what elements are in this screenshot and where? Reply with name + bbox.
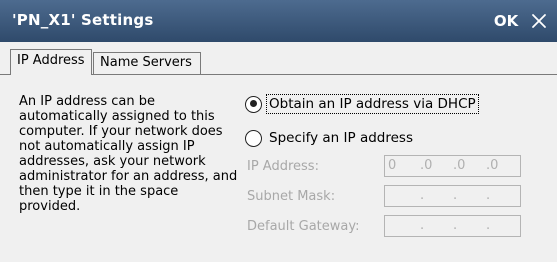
default-gateway-label: Default Gateway: bbox=[247, 219, 360, 234]
ok-button[interactable]: OK bbox=[492, 9, 520, 33]
tab-ip-address[interactable]: IP Address bbox=[10, 49, 92, 75]
close-icon bbox=[532, 14, 546, 28]
mask-octet-3: . bbox=[453, 188, 458, 203]
radio-specify-ip[interactable]: Specify an IP address bbox=[245, 128, 415, 148]
window-title: 'PN_X1' Settings bbox=[12, 11, 154, 29]
radio-label-static[interactable]: Specify an IP address bbox=[267, 129, 415, 147]
ip-octet-1: 0 bbox=[388, 158, 397, 173]
description-text: An IP address can be automatically assig… bbox=[19, 94, 238, 214]
gateway-octet-2: . bbox=[420, 218, 425, 233]
radio-button-checked[interactable] bbox=[245, 95, 262, 113]
ip-address-field: 0 .0 .0 .0 bbox=[384, 155, 521, 177]
ip-address-label: IP Address: bbox=[247, 159, 319, 174]
close-button[interactable] bbox=[526, 8, 552, 34]
settings-window: 'PN_X1' Settings OK IP Address Name Serv… bbox=[0, 0, 557, 262]
subnet-mask-field: . . . bbox=[384, 185, 521, 207]
mask-octet-2: . bbox=[420, 188, 425, 203]
gateway-octet-4: . bbox=[486, 218, 491, 233]
ip-octet-2: .0 bbox=[420, 158, 433, 173]
ip-octet-4: .0 bbox=[486, 158, 499, 173]
title-bar: 'PN_X1' Settings OK bbox=[0, 0, 557, 42]
gateway-octet-3: . bbox=[453, 218, 458, 233]
radio-label-dhcp[interactable]: Obtain an IP address via DHCP bbox=[266, 94, 479, 114]
tab-name-servers[interactable]: Name Servers bbox=[93, 52, 201, 74]
subnet-mask-label: Subnet Mask: bbox=[247, 189, 336, 204]
radio-obtain-dhcp[interactable]: Obtain an IP address via DHCP bbox=[245, 94, 479, 114]
ip-octet-3: .0 bbox=[453, 158, 466, 173]
radio-button-unchecked[interactable] bbox=[245, 129, 262, 147]
mask-octet-4: . bbox=[486, 188, 491, 203]
default-gateway-field: . . . bbox=[384, 215, 521, 237]
